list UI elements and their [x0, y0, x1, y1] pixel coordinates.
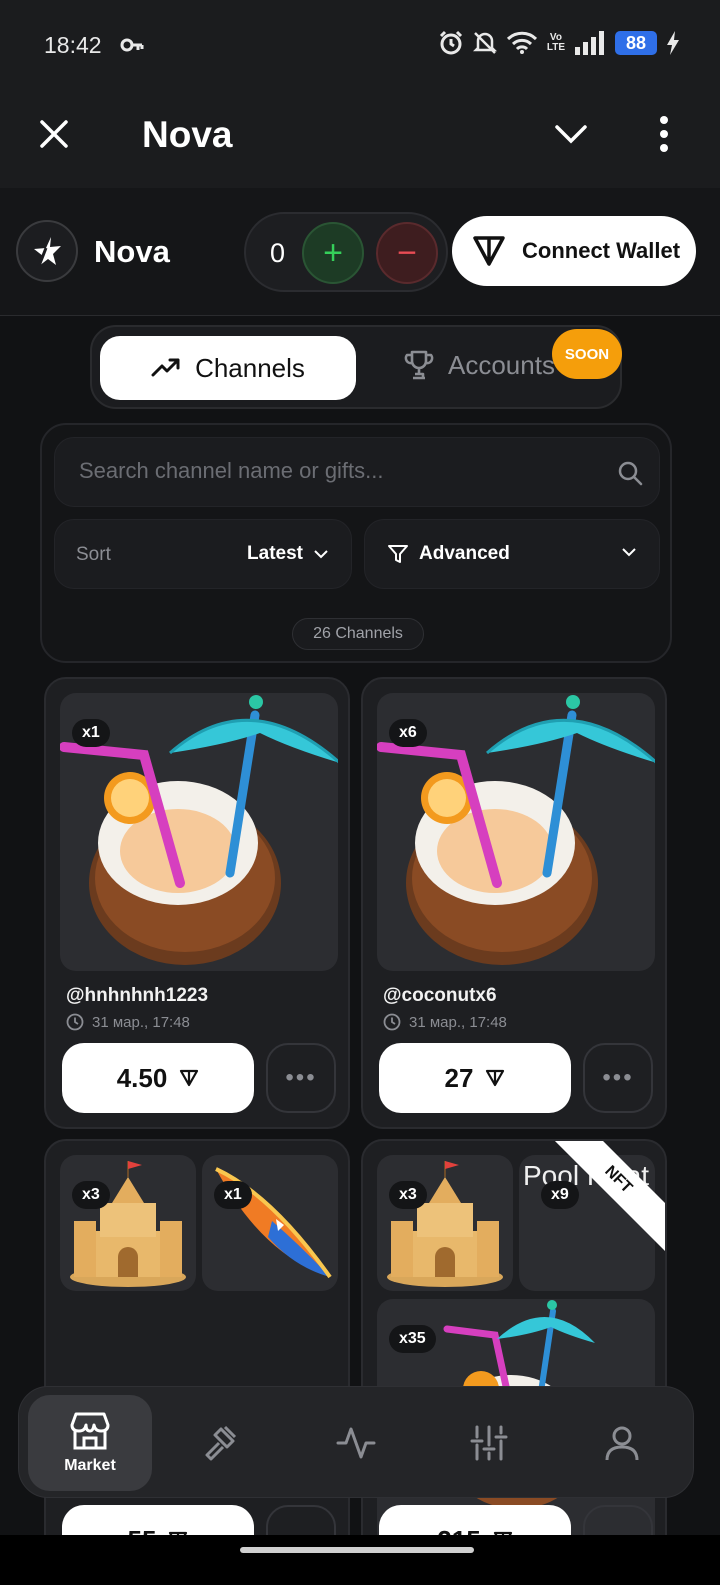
- nav-auctions[interactable]: [161, 1395, 285, 1491]
- sandcastle-image: [70, 1161, 186, 1287]
- gift-image-box: x6: [377, 693, 655, 971]
- advanced-label: Advanced: [387, 543, 510, 565]
- wifi-icon: [506, 31, 537, 54]
- search-box: [54, 437, 660, 507]
- channel-date: 31 мар., 17:48: [383, 1013, 507, 1031]
- quantity-badge: x3: [389, 1181, 427, 1209]
- brand-name: Nova: [94, 234, 170, 269]
- advanced-filter-dropdown[interactable]: Advanced: [364, 519, 660, 589]
- filter-panel: Sort Latest Advanced 26 Channels: [40, 423, 672, 663]
- channel-handle[interactable]: @coconutx6: [383, 985, 497, 1007]
- surfboard-image: [215, 1167, 332, 1279]
- sort-label: Sort: [76, 544, 111, 565]
- app-bar: Nova: [0, 90, 720, 188]
- key-icon: [120, 38, 144, 52]
- sandcastle-image: [387, 1161, 503, 1287]
- activity-icon: [336, 1427, 376, 1459]
- buy-price-button[interactable]: 27: [379, 1043, 571, 1113]
- nav-market[interactable]: Market: [28, 1395, 152, 1491]
- chevron-down-icon: [314, 550, 328, 559]
- sliders-icon: [470, 1425, 508, 1461]
- channel-count-badge: 26 Channels: [292, 618, 424, 650]
- clock-icon: [383, 1013, 401, 1031]
- star-logo-icon: [34, 237, 61, 267]
- trending-up-icon: [151, 358, 180, 377]
- gift-image-box: x1: [202, 1155, 338, 1291]
- clock-icon: [66, 1013, 84, 1031]
- more-options-button[interactable]: •••: [583, 1043, 653, 1113]
- channel-card[interactable]: NFT x3 Pool Float x9 x35: [361, 1139, 667, 1579]
- counter-value: 0: [270, 238, 286, 268]
- muted-bell-icon: [472, 32, 497, 54]
- quantity-badge: x35: [389, 1325, 436, 1353]
- system-gesture-bar: [0, 1535, 720, 1585]
- sort-dropdown[interactable]: Sort Latest: [54, 519, 352, 589]
- tab-accounts-label: Accounts: [448, 349, 555, 380]
- tab-channels[interactable]: Channels: [100, 336, 356, 400]
- user-icon: [605, 1426, 639, 1461]
- channel-date-text: 31 мар., 17:48: [409, 1013, 507, 1031]
- channel-card[interactable]: x6 @coconutx6 31 мар., 17:48 27 •••: [361, 677, 667, 1129]
- app-title: Nova: [142, 114, 233, 155]
- category-tabs: Channels Accounts SOON: [90, 325, 622, 409]
- channel-date: 31 мар., 17:48: [66, 1013, 190, 1031]
- advanced-label-text: Advanced: [419, 543, 510, 564]
- channel-card[interactable]: x3 x1 55 •••: [44, 1139, 350, 1579]
- bottom-navigation: Market: [18, 1386, 694, 1498]
- more-options-button[interactable]: •••: [266, 1043, 336, 1113]
- channel-date-text: 31 мар., 17:48: [92, 1013, 190, 1031]
- ton-icon: [180, 1069, 199, 1087]
- quantity-badge: x1: [72, 719, 110, 747]
- top-header: Nova 0 + − Connect Wallet: [0, 188, 720, 316]
- hammer-icon: [205, 1425, 237, 1461]
- gift-image-box: x3: [60, 1155, 196, 1291]
- close-icon[interactable]: [34, 114, 74, 154]
- status-icons: Vo LTE 88: [438, 30, 680, 56]
- gift-image-box: x3: [377, 1155, 513, 1291]
- nav-activity[interactable]: [294, 1395, 418, 1491]
- chevron-down-icon[interactable]: [552, 118, 590, 150]
- quantity-badge: x1: [214, 1181, 252, 1209]
- battery-indicator: 88: [615, 31, 657, 55]
- sort-value: Latest: [247, 543, 329, 565]
- status-time: 18:42: [44, 32, 102, 58]
- price-value: 4.50: [116, 1062, 168, 1093]
- connect-wallet-label: Connect Wallet: [522, 238, 681, 263]
- nav-profile[interactable]: [560, 1395, 684, 1491]
- ton-icon: [473, 236, 505, 266]
- tab-accounts[interactable]: Accounts: [404, 349, 555, 381]
- search-icon[interactable]: [617, 460, 643, 486]
- ton-icon: [486, 1069, 505, 1087]
- channel-card[interactable]: x1 @hnhnhnh1223 31 мар., 17:48 4.50 •••: [44, 677, 350, 1129]
- soon-badge: SOON: [552, 329, 622, 379]
- tab-channels-label: Channels: [195, 352, 305, 383]
- increment-button[interactable]: +: [302, 222, 364, 284]
- quantity-badge: x3: [72, 1181, 110, 1209]
- nav-market-label: Market: [64, 1457, 116, 1474]
- filter-icon: [388, 545, 408, 563]
- status-bar: 18:42 Vo LTE 88: [0, 0, 720, 90]
- home-indicator[interactable]: [240, 1547, 474, 1553]
- volte-indicator: Vo LTE: [546, 32, 565, 53]
- nav-filters[interactable]: [427, 1395, 551, 1491]
- signal-icon: [575, 31, 604, 55]
- channel-handle[interactable]: @hnhnhnh1223: [66, 985, 208, 1007]
- alarm-icon: [439, 30, 462, 55]
- buy-price-button[interactable]: 4.50: [62, 1043, 254, 1113]
- more-vertical-icon[interactable]: [652, 114, 676, 154]
- nova-logo: [16, 220, 78, 282]
- quantity-badge: x9: [541, 1181, 579, 1209]
- balance-counter: 0 + −: [244, 212, 448, 292]
- sort-value-text: Latest: [247, 543, 303, 564]
- quantity-badge: x6: [389, 719, 427, 747]
- chevron-down-icon: [622, 548, 636, 557]
- price-value: 27: [444, 1062, 474, 1093]
- store-icon: [70, 1412, 110, 1450]
- gift-image-box: x1: [60, 693, 338, 971]
- connect-wallet-button[interactable]: Connect Wallet: [452, 216, 696, 286]
- search-input[interactable]: [79, 458, 599, 484]
- trophy-icon: [404, 350, 434, 380]
- charging-icon: [667, 31, 679, 55]
- decrement-button[interactable]: −: [376, 222, 438, 284]
